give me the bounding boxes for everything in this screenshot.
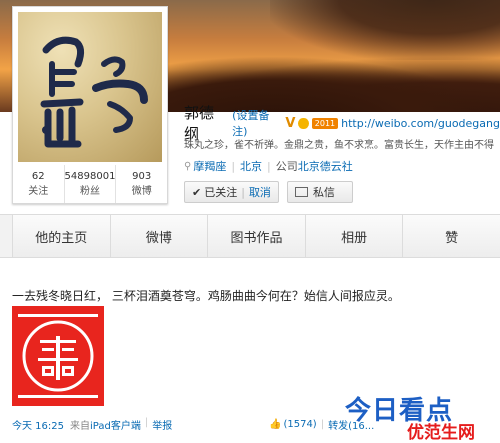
verified-badge-icon[interactable]: V <box>285 116 295 131</box>
like-count-link[interactable]: (1574) <box>283 419 316 430</box>
follow-status-button[interactable]: ✔ 已关注 | 取消 <box>184 181 279 203</box>
profile-tags: ⚲ 摩羯座 | 北京 | 公司 北京德云社 <box>184 158 353 174</box>
private-message-label: 私信 <box>312 186 335 199</box>
cover-trees <box>270 0 500 60</box>
company-prefix: 公司 <box>275 160 298 173</box>
stat-followers-label: 粉丝 <box>80 186 100 197</box>
cover-hills <box>120 56 500 112</box>
vip-badge[interactable]: 2011 <box>311 117 339 129</box>
stat-following[interactable]: 62 关注 <box>13 165 65 203</box>
stat-followers-count: 54898001 <box>64 171 116 182</box>
tag-divider: | <box>267 159 271 173</box>
source-prefix: 来自 <box>70 421 90 432</box>
zodiac-icon: ⚲ <box>184 160 192 172</box>
profile-actions: ✔ 已关注 | 取消 私信 <box>184 181 353 203</box>
location-link[interactable]: 北京 <box>240 158 262 174</box>
double-happiness-papercut <box>18 314 98 398</box>
stat-posts[interactable]: 903 微博 <box>116 165 167 203</box>
profile-motto: 珠丸之珍，雀不祈弹。金鼎之贵，鱼不求烹。富贵长生，天作主由不得 <box>184 140 494 151</box>
tab-home[interactable]: 他的主页 <box>12 215 111 257</box>
followed-label: 已关注 <box>204 186 238 199</box>
avatar[interactable] <box>18 12 162 162</box>
private-message-button[interactable]: 私信 <box>286 181 353 203</box>
post-text: 一去残冬晓日红， 三杯泪酒奠苍穹。鸡肠曲曲今何在？始信人间报应灵。 <box>12 289 400 303</box>
profile-stats: 62 关注 54898001 粉丝 903 微博 <box>13 165 167 203</box>
check-icon: ✔ <box>192 185 202 199</box>
watermark-logo: 今日看点 优范生网 <box>345 390 500 443</box>
button-divider: | <box>241 185 245 199</box>
watermark-sub: 优范生网 <box>407 423 475 443</box>
post-time-link[interactable]: 今天 16:25 <box>12 417 64 432</box>
company-link[interactable]: 北京德云社 <box>298 158 353 174</box>
tab-likes[interactable]: 赞 <box>403 215 500 257</box>
profile-url-link[interactable]: http://weibo.com/guodegang <box>341 117 500 130</box>
tab-albums[interactable]: 相册 <box>305 215 404 257</box>
avatar-card: 62 关注 54898001 粉丝 903 微博 <box>12 6 168 204</box>
tab-weibo[interactable]: 微博 <box>110 215 209 257</box>
avatar-calligraphy <box>40 36 148 148</box>
stat-posts-count: 903 <box>132 171 152 182</box>
profile-name-row: 郭德纲 (设置备注) V 2011 http://weibo.com/guode… <box>184 104 500 143</box>
zodiac-link[interactable]: 摩羯座 <box>193 158 226 174</box>
face-badge-icon[interactable] <box>298 117 309 129</box>
stat-following-count: 62 <box>31 171 45 182</box>
footer-divider: | <box>320 419 325 430</box>
footer-divider: | <box>144 417 149 428</box>
like-icon[interactable]: 👍 <box>269 419 281 430</box>
tag-divider: | <box>231 159 236 173</box>
report-link[interactable]: 举报 <box>152 417 172 432</box>
post-image-thumbnail[interactable] <box>12 306 104 406</box>
set-remark-link[interactable]: (设置备注) <box>232 107 281 139</box>
stat-following-label: 关注 <box>28 186 49 197</box>
stat-followers[interactable]: 54898001 粉丝 <box>65 165 117 203</box>
unfollow-link[interactable]: 取消 <box>249 184 271 200</box>
stat-posts-label: 微博 <box>131 186 152 197</box>
mail-icon <box>294 187 308 197</box>
tab-books[interactable]: 图书作品 <box>208 215 306 257</box>
post-source-link[interactable]: iPad客户端 <box>90 417 141 432</box>
profile-tabs: 他的主页 微博 图书作品 相册 赞 <box>0 214 500 258</box>
